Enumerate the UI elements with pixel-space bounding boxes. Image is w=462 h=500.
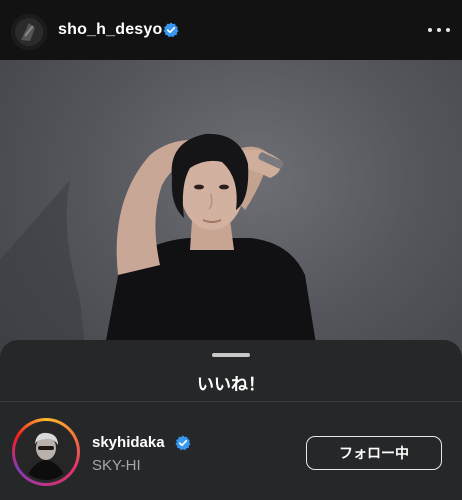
likes-sheet: いいね！ skyhidaka SKY-HI フォロー中 [0, 340, 462, 500]
verified-badge-icon [175, 435, 191, 451]
more-options-icon[interactable] [428, 20, 450, 40]
list-item[interactable]: skyhidaka SKY-HI フォロー中 [0, 416, 462, 488]
liker-full-name: SKY-HI [92, 457, 141, 474]
following-button[interactable]: フォロー中 [306, 436, 442, 470]
profile-avatar[interactable] [11, 14, 47, 50]
verified-badge-icon [163, 22, 179, 38]
liker-username[interactable]: skyhidaka [92, 434, 165, 451]
divider [0, 401, 462, 402]
avatar [18, 424, 74, 480]
header-username[interactable]: sho_h_desyo [58, 21, 162, 39]
story-ring[interactable] [12, 418, 80, 486]
sheet-title: いいね！ [197, 375, 265, 394]
sheet-grabber[interactable] [212, 353, 250, 357]
post-header: sho_h_desyo [0, 0, 462, 60]
